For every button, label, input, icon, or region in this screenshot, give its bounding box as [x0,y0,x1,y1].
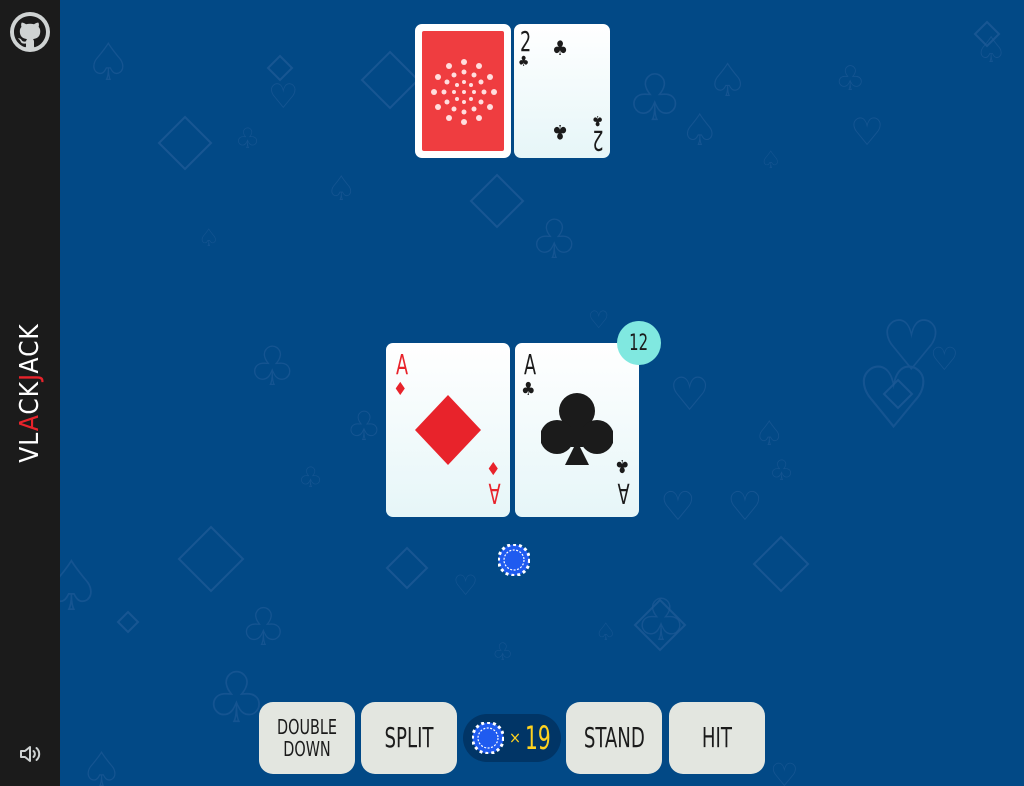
svg-text:♡: ♡ [669,367,710,421]
svg-text:♤: ♤ [680,105,719,156]
sidebar: VLACKJACK [0,0,60,786]
svg-text:♧: ♧ [346,404,382,450]
svg-text:♤: ♤ [198,224,220,252]
chip-bank: × 19 [463,714,561,762]
player-card-ace-clubs: A ♣ ♣ A [515,343,639,517]
hit-button[interactable]: HIT [669,702,765,774]
diamond-icon [415,395,481,465]
poker-chip-icon [498,544,530,576]
svg-text:♡: ♡ [588,306,610,334]
svg-text:♧: ♧ [769,454,794,487]
card-rank: A [524,348,537,381]
svg-text:♡: ♡ [850,110,884,154]
svg-text:♧: ♧ [626,62,683,136]
poker-chip-icon [472,722,504,754]
game-table: ♤ ♡ ♧ ♤ ♤ ♧ ♧ ♤ ♤ ♧ ♡ ♤ ♤ ♧ ♡ ♡ ♡ ♡ ♤ ♧ … [60,0,1024,786]
clubs-icon: ♣ [521,379,536,400]
svg-text:♧: ♧ [248,335,296,398]
svg-text:♤: ♤ [760,146,782,174]
svg-text:♤: ♤ [595,618,617,646]
clubs-icon [541,393,613,465]
svg-text:♤: ♤ [85,33,132,93]
player-card-ace-diamonds: A ♦ ♦ A [386,343,510,517]
card-rank: A [396,348,409,381]
svg-text:♤: ♤ [754,414,784,454]
diamond-icon: ♦ [486,457,501,478]
svg-text:♤: ♤ [60,545,103,627]
svg-text:♧: ♧ [240,598,287,658]
stand-label: STAND [583,721,645,754]
svg-text:♤: ♤ [707,53,748,107]
card-back-pattern [431,59,497,125]
svg-text:♡: ♡ [660,484,696,530]
player-score-badge: 12 [617,321,661,365]
dealer-card-face-down [415,24,511,158]
svg-text:♧: ♧ [492,638,514,666]
chip-count: 19 [525,719,551,757]
card-rank: 2 [592,124,604,157]
multiplier-sign: × [509,728,522,747]
svg-text:♡: ♡ [930,340,959,378]
split-button[interactable]: SPLIT [361,702,457,774]
diamond-icon: ♦ [393,379,408,400]
svg-text:♧: ♧ [835,59,865,99]
player-score: 12 [629,330,649,356]
svg-text:♡: ♡ [727,484,763,530]
card-rank: 2 [520,25,532,58]
github-icon[interactable] [10,12,50,52]
card-rank: A [488,477,501,510]
svg-text:♧: ♧ [530,208,578,271]
svg-text:♡: ♡ [268,77,298,117]
svg-text:♡: ♡ [453,569,478,602]
clubs-icon: ♣ [518,54,530,70]
svg-text:♤: ♤ [80,742,123,786]
svg-text:♤: ♤ [326,169,356,209]
stand-button[interactable]: STAND [566,702,662,774]
hit-label: HIT [701,721,733,754]
clubs-icon: ♣ [552,120,569,144]
clubs-icon: ♣ [552,36,569,60]
svg-text:♡: ♡ [770,756,799,786]
svg-text:♡: ♡ [855,349,932,449]
svg-text:♧: ♧ [635,586,687,654]
double-down-label: DOUBLE DOWN [277,715,337,761]
card-rank: A [617,477,630,510]
dealer-card-2-clubs: 2 ♣ ♣ ♣ ♣ 2 [514,24,610,158]
double-down-button[interactable]: DOUBLE DOWN [259,702,355,774]
clubs-icon: ♣ [615,455,630,476]
svg-text:♧: ♧ [298,461,323,494]
speaker-icon[interactable] [18,742,42,770]
svg-text:♤: ♤ [975,30,1007,71]
split-label: SPLIT [384,721,434,754]
svg-text:♧: ♧ [235,122,260,155]
app-logo: VLACKJACK [15,323,45,463]
